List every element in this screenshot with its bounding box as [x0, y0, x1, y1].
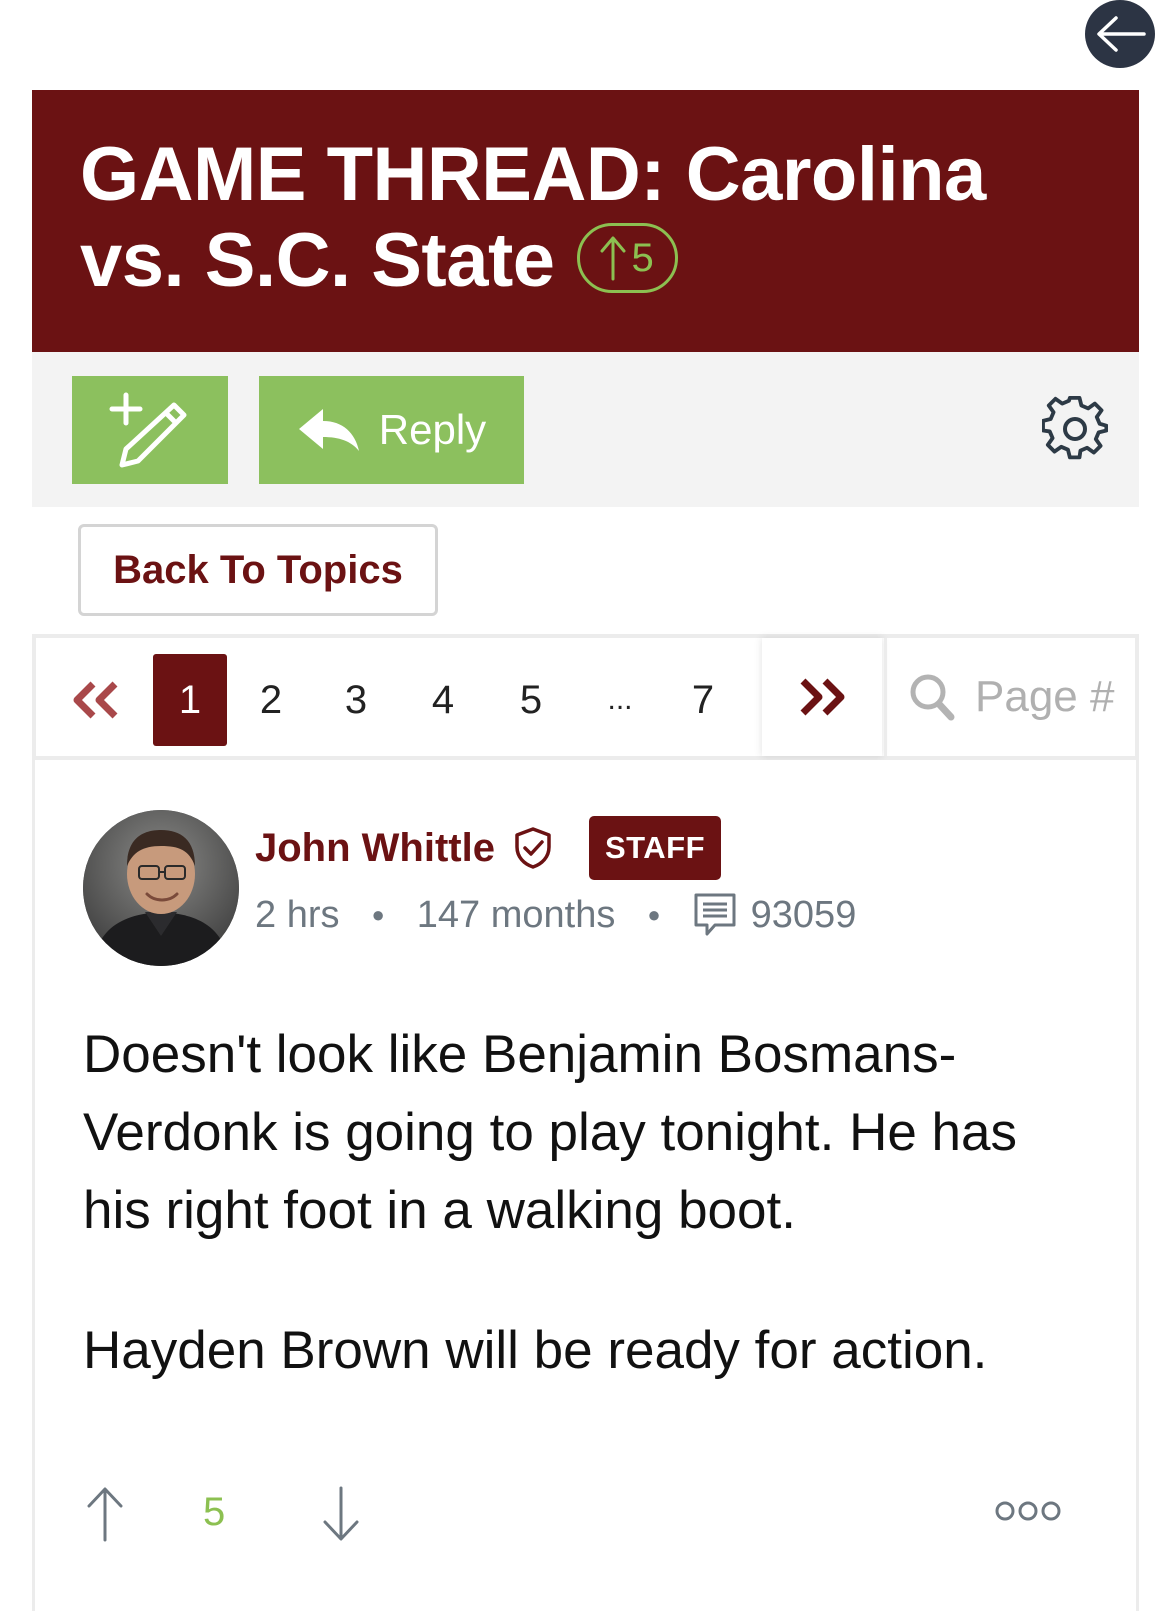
- page-button-3[interactable]: 3: [321, 654, 391, 746]
- page-button-4[interactable]: 4: [408, 654, 478, 746]
- post-count-value: 93059: [750, 893, 857, 936]
- upvote-button[interactable]: [83, 1484, 127, 1544]
- meta-separator: ●: [371, 902, 385, 927]
- reply-label: Reply: [378, 406, 487, 453]
- staff-badge: STAFF: [588, 816, 722, 880]
- gear-icon: [1041, 395, 1109, 460]
- post-paragraph: Hayden Brown will be ready for action.: [83, 1321, 988, 1380]
- post-actions: 5: [83, 1484, 1103, 1554]
- post-meta: 2 hrs ● 147 months ● 93059: [255, 892, 856, 938]
- page-button-1[interactable]: 1: [153, 654, 227, 746]
- post-score: 5: [203, 1490, 226, 1534]
- thread-header: GAME THREAD: Carolina vs. S.C. State 5: [32, 90, 1139, 352]
- pagination: 1 2 3 4 5 ... 7: [32, 634, 1139, 760]
- back-to-topics-button[interactable]: Back To Topics: [78, 524, 438, 616]
- back-to-topics-label: Back To Topics: [113, 547, 403, 592]
- thread-title: GAME THREAD: Carolina vs. S.C. State 5: [80, 132, 986, 303]
- double-chevron-right-icon: [800, 678, 845, 716]
- new-topic-button[interactable]: [72, 376, 228, 484]
- author-photo: [83, 810, 239, 966]
- arrow-up-icon: [87, 1487, 123, 1542]
- author-name[interactable]: John Whittle: [255, 826, 495, 871]
- arrow-left-icon: [1097, 16, 1146, 52]
- reply-button[interactable]: Reply: [259, 376, 524, 484]
- page-ellipsis: ...: [607, 683, 633, 716]
- first-page-button[interactable]: [36, 654, 156, 746]
- page-button-2[interactable]: 2: [236, 654, 306, 746]
- avatar[interactable]: [83, 810, 239, 966]
- post-card: John Whittle STAFF 2 hrs ● 147 months ● …: [32, 760, 1139, 1611]
- page-number-input[interactable]: [975, 672, 1125, 722]
- thread-vote-badge: 5: [576, 222, 679, 293]
- double-chevron-left-icon: [73, 681, 118, 719]
- page-button-5[interactable]: 5: [496, 654, 566, 746]
- shield-check-icon: [515, 827, 551, 869]
- post-count: 93059: [693, 892, 857, 938]
- more-options-button[interactable]: [993, 1496, 1063, 1526]
- post-paragraph: Doesn't look like Benjamin Bosmans-Verdo…: [83, 1025, 1017, 1240]
- next-page-button[interactable]: [762, 638, 882, 756]
- back-button[interactable]: [1085, 0, 1155, 68]
- more-icon: [995, 1501, 1061, 1521]
- message-icon: [694, 893, 736, 936]
- meta-separator: ●: [647, 902, 661, 927]
- member-tenure: 147 months: [416, 893, 616, 936]
- search-icon: [910, 674, 955, 721]
- page-button-7[interactable]: 7: [668, 654, 738, 746]
- downvote-button[interactable]: [319, 1484, 363, 1544]
- pencil-plus-icon: [109, 392, 187, 468]
- thread-vote-count: 5: [631, 235, 654, 280]
- post-body: Doesn't look like Benjamin Bosmans-Verdo…: [83, 1016, 1093, 1452]
- page-jump: [884, 638, 1135, 756]
- reply-arrow-icon: [298, 409, 359, 451]
- settings-button[interactable]: [1041, 395, 1109, 462]
- post-author: John Whittle STAFF: [255, 816, 722, 880]
- arrow-down-icon: [323, 1486, 359, 1541]
- arrow-up-icon: [600, 236, 626, 281]
- thread-toolbar: Reply: [32, 352, 1139, 507]
- post-time: 2 hrs: [255, 893, 340, 936]
